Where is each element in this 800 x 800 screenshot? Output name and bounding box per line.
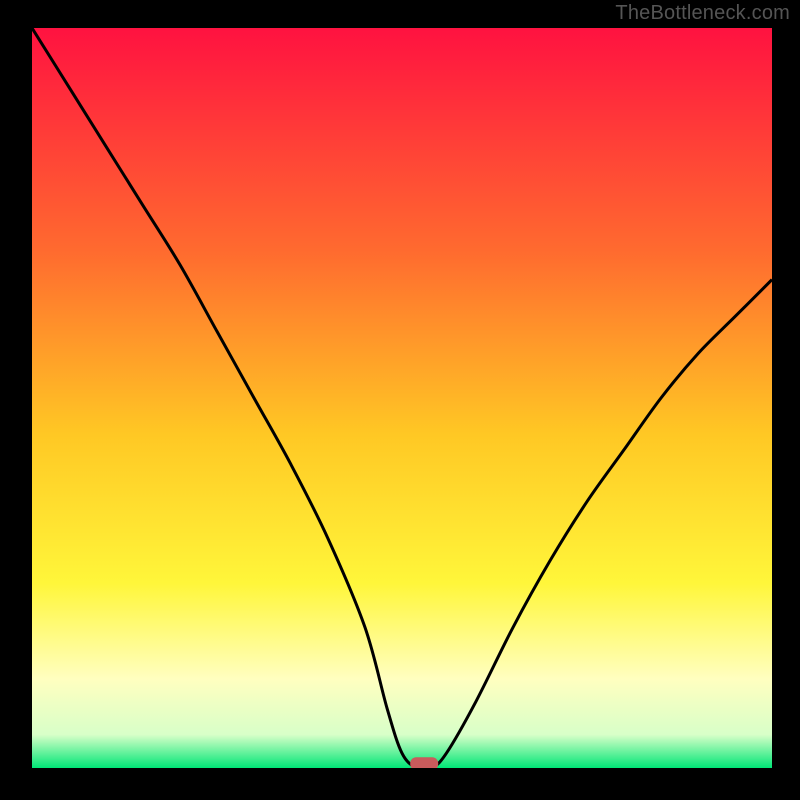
optimal-marker (410, 757, 438, 768)
bottleneck-chart (32, 28, 772, 768)
chart-frame: TheBottleneck.com (0, 0, 800, 800)
plot-area (32, 28, 772, 768)
watermark-text: TheBottleneck.com (615, 2, 790, 25)
